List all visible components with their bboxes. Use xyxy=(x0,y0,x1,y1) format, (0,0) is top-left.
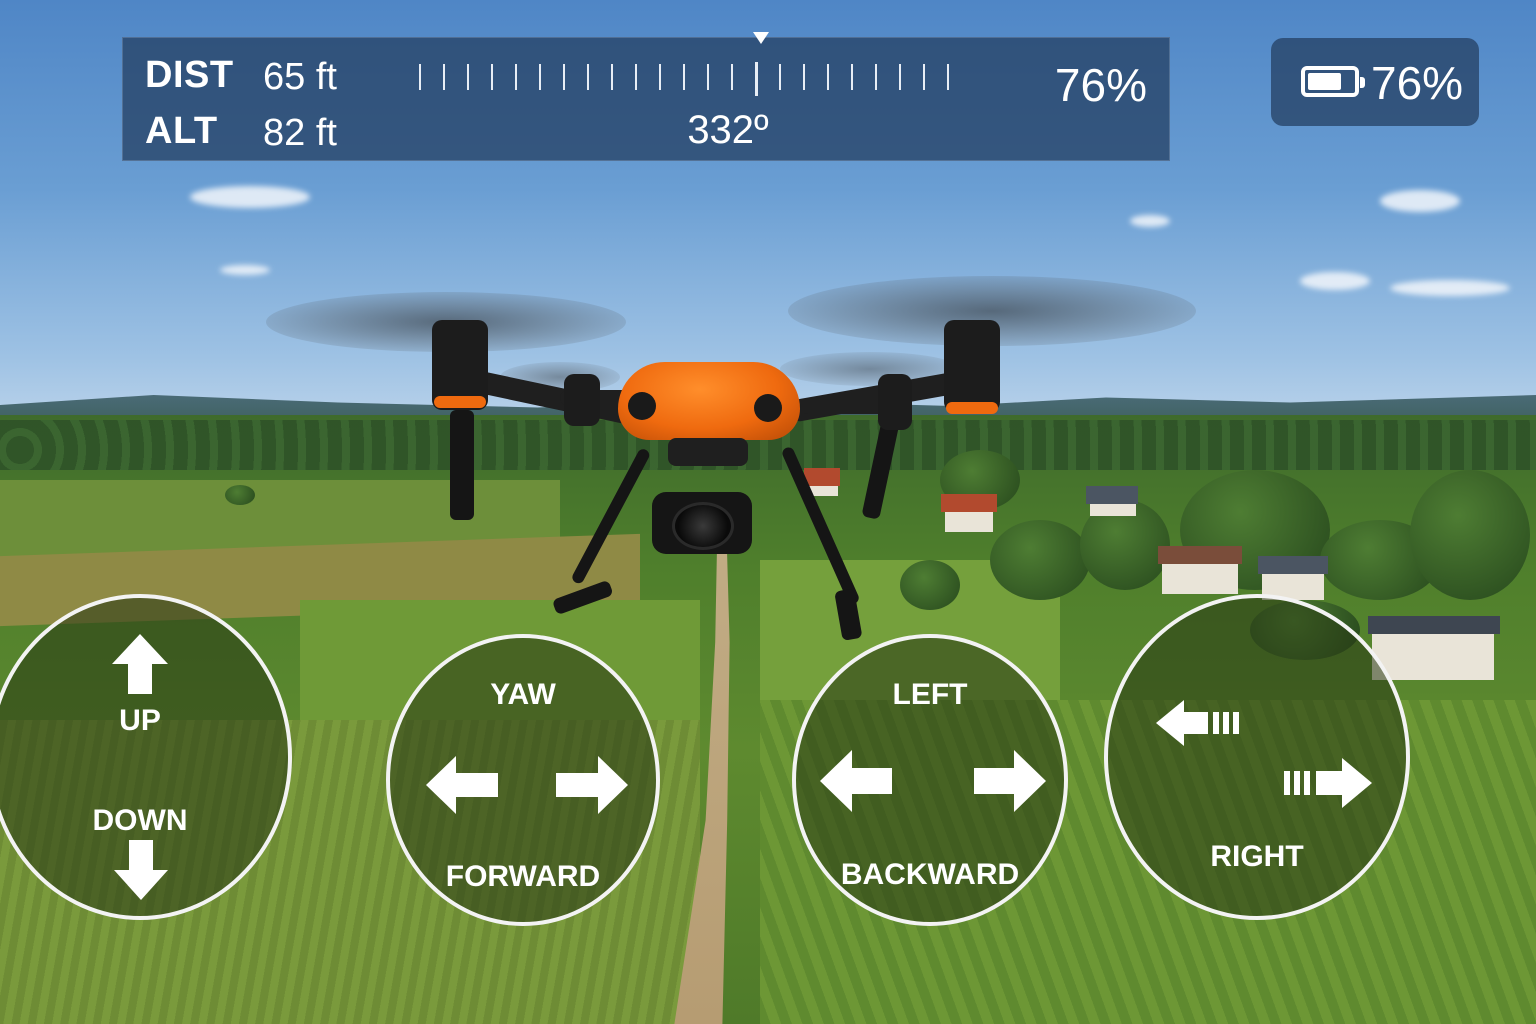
pitch-joystick[interactable]: LEFT BACKWARD xyxy=(792,634,1068,926)
compass-tick xyxy=(563,64,565,90)
compass-tick xyxy=(731,64,733,90)
compass-tick xyxy=(443,64,445,90)
arrow-right-fast-icon xyxy=(1284,758,1372,808)
landing-leg xyxy=(570,447,652,586)
arrow-right-icon xyxy=(556,756,628,814)
altitude-value: 82 ft xyxy=(263,112,337,154)
drone xyxy=(260,270,1200,650)
telemetry-bar: DIST 65 ft ALT 82 ft 332º 76% xyxy=(122,32,1170,161)
landing-skid xyxy=(551,579,614,616)
arrow-right-icon xyxy=(974,750,1046,812)
left-label: LEFT xyxy=(892,678,968,711)
heading-pointer-icon xyxy=(753,32,769,44)
heading-value: 332º xyxy=(687,108,769,152)
compass-tick xyxy=(755,62,758,96)
compass-tick xyxy=(635,64,637,90)
compass-scale xyxy=(419,62,971,96)
tree xyxy=(225,485,255,505)
compass-tick xyxy=(707,64,709,90)
cloud xyxy=(1380,190,1460,212)
motor-accent xyxy=(946,402,998,414)
drone-arm-lower xyxy=(450,410,474,520)
compass-tick xyxy=(419,64,421,90)
cloud xyxy=(1390,280,1510,296)
house xyxy=(1368,616,1500,680)
right-label: RIGHT xyxy=(1210,840,1304,873)
cloud xyxy=(190,186,310,208)
distance-label: DIST xyxy=(145,54,234,96)
down-label: DOWN xyxy=(92,804,188,837)
compass-tick xyxy=(899,64,901,90)
motor-accent xyxy=(434,396,486,408)
compass-tick xyxy=(587,64,589,90)
compass-tick xyxy=(851,64,853,90)
cloud xyxy=(1130,215,1170,227)
sensor xyxy=(754,394,782,422)
compass-tick xyxy=(659,64,661,90)
compass-tick xyxy=(923,64,925,90)
compass-tick xyxy=(779,64,781,90)
distance-value: 65 ft xyxy=(263,56,337,98)
compass-tick xyxy=(947,64,949,90)
compass-tick xyxy=(875,64,877,90)
compass-tick xyxy=(827,64,829,90)
cloud xyxy=(1300,272,1370,290)
compass-tick xyxy=(491,64,493,90)
roll-joystick[interactable]: RIGHT xyxy=(1104,594,1410,920)
battery-icon xyxy=(1301,66,1365,97)
arrow-left-icon xyxy=(426,756,498,814)
motor xyxy=(564,374,600,426)
motor xyxy=(944,320,1000,412)
compass-tick xyxy=(611,64,613,90)
telemetry-percent: 76% xyxy=(1054,59,1147,111)
throttle-joystick[interactable]: UP DOWN xyxy=(0,594,292,920)
compass-tick xyxy=(515,64,517,90)
arrow-left-icon xyxy=(820,750,892,812)
landing-leg xyxy=(780,445,861,606)
up-label: UP xyxy=(119,704,161,737)
sensor xyxy=(628,392,656,420)
backward-label: BACKWARD xyxy=(840,858,1020,891)
camera-lens xyxy=(672,502,734,550)
drone-arm-lower xyxy=(861,418,900,520)
arrow-down-icon xyxy=(114,840,168,900)
yaw-label: YAW xyxy=(490,678,556,711)
motor xyxy=(878,374,912,430)
arrow-up-icon xyxy=(112,634,168,694)
battery-indicator: 76% xyxy=(1271,38,1479,126)
battery-tip xyxy=(1360,77,1365,88)
altitude-label: ALT xyxy=(145,110,218,152)
battery-percent: 76% xyxy=(1371,57,1464,109)
drone-arm xyxy=(800,398,890,414)
compass-tick xyxy=(803,64,805,90)
compass-tick xyxy=(467,64,469,90)
compass-tick xyxy=(539,64,541,90)
gimbal-mount xyxy=(668,438,748,466)
compass-tick xyxy=(683,64,685,90)
battery-fill xyxy=(1308,73,1341,90)
arrow-left-fast-icon xyxy=(1156,700,1239,746)
yaw-joystick[interactable]: YAW FORWARD xyxy=(386,634,660,926)
forward-label: FORWARD xyxy=(445,860,601,893)
tree xyxy=(1410,470,1530,600)
